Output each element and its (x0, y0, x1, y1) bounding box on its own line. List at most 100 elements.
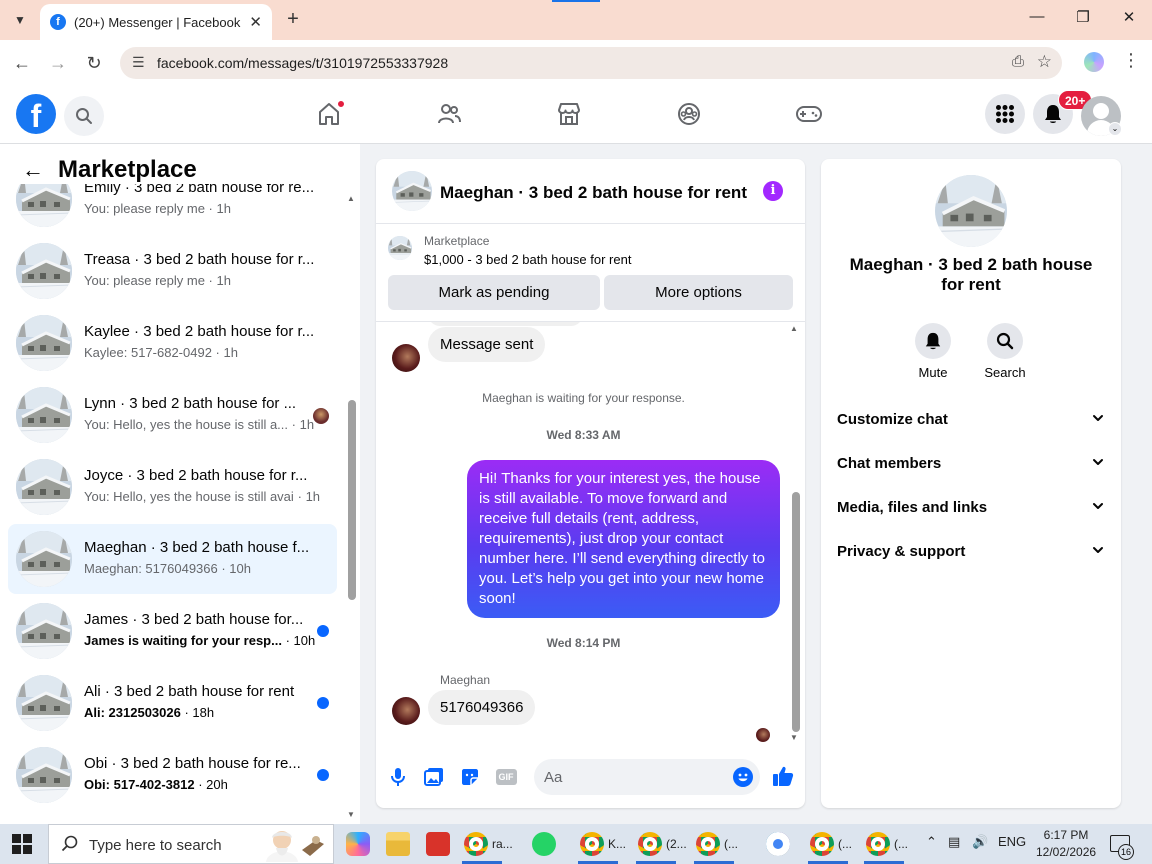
outgoing-message[interactable]: Hi! Thanks for your interest yes, the ho… (467, 460, 780, 618)
conversation-item[interactable]: Emily · 3 bed 2 bath house for re... You:… (8, 184, 337, 234)
sidebar-scrollbar[interactable] (348, 400, 356, 600)
conversation-preview-line: You: Hello, yes the house is still a... … (84, 417, 315, 432)
taskbar-clock[interactable]: 6:17 PM 12/02/2026 (1036, 827, 1096, 861)
close-tab-icon[interactable]: ✕ (249, 13, 262, 31)
browser-tab-messenger[interactable]: f (20+) Messenger | Facebook ✕ (40, 4, 272, 40)
address-bar[interactable]: ☰ facebook.com/messages/t/31019725533379… (120, 47, 1062, 79)
details-section-media-files-and-links[interactable]: Media, files and links (821, 487, 1121, 531)
new-tab-icon[interactable]: + (282, 8, 304, 30)
taskbar-chrome-window[interactable]: (2... (638, 830, 687, 858)
taskbar-chrome-window[interactable]: K... (580, 830, 626, 858)
conversation-item[interactable]: Maeghan · 3 bed 2 bath house f... Maeghan… (8, 524, 337, 594)
taskbar-chrome-window[interactable]: ra... (464, 830, 513, 858)
taskbar-chrome-window[interactable]: (... (866, 830, 908, 858)
chat-title[interactable]: Maeghan · 3 bed 2 bath house for rent (440, 183, 747, 203)
taskbar-chrome-window[interactable]: (... (696, 830, 738, 858)
menu-grid-button[interactable] (985, 94, 1025, 134)
search-in-conversation-button[interactable]: Search (975, 323, 1035, 380)
network-icon[interactable]: ▤ (948, 834, 960, 850)
taskbar-chrome-window[interactable]: (... (810, 830, 852, 858)
tab-search-dropdown-icon[interactable]: ▼ (8, 8, 32, 32)
gaming-icon[interactable] (794, 99, 824, 129)
gif-icon[interactable]: GIF (495, 766, 517, 788)
friends-icon[interactable] (434, 99, 464, 129)
url-text[interactable]: facebook.com/messages/t/3101972553337928 (157, 55, 448, 71)
details-section-customize-chat[interactable]: Customize chat (821, 399, 1121, 443)
sticker-icon[interactable] (459, 766, 481, 788)
scroll-down-icon[interactable]: ▼ (347, 810, 355, 819)
maximize-icon[interactable]: ❐ (1072, 8, 1094, 26)
details-section-privacy-support[interactable]: Privacy & support (821, 531, 1121, 575)
youtube-downloader-icon[interactable] (426, 830, 454, 858)
scroll-down-icon[interactable]: ▼ (790, 733, 798, 742)
facebook-search-button[interactable] (64, 96, 104, 136)
microphone-icon[interactable] (387, 766, 409, 788)
groups-icon[interactable] (674, 99, 704, 129)
thumbs-up-icon[interactable] (771, 764, 795, 788)
chrome-icon[interactable] (766, 830, 794, 858)
facebook-header: f (0, 86, 1152, 144)
marketplace-icon[interactable] (554, 99, 584, 129)
unread-dot-icon (317, 625, 329, 637)
bell-icon (925, 332, 941, 350)
whatsapp-icon[interactable] (532, 830, 560, 858)
account-chevron-down-icon[interactable]: ⌄ (1108, 122, 1122, 136)
mute-button[interactable]: Mute (903, 323, 963, 380)
details-section-chat-members[interactable]: Chat members (821, 443, 1121, 487)
conversation-photo[interactable] (392, 171, 432, 211)
mark-as-pending-button[interactable]: Mark as pending (388, 275, 600, 310)
listing-category: Marketplace (424, 234, 490, 248)
windows-taskbar: Type here to search ra... K... (2... (... (.… (0, 824, 1152, 864)
sender-avatar[interactable] (392, 697, 420, 725)
site-settings-icon[interactable]: ☰ (132, 54, 145, 71)
info-icon[interactable]: i (763, 181, 783, 201)
conversation-name: James · 3 bed 2 bath house for... (84, 611, 304, 628)
conversation-time: 1h (305, 489, 321, 504)
close-window-icon[interactable]: ✕ (1118, 8, 1140, 26)
conversation-thumbnail (16, 315, 72, 371)
more-options-button[interactable]: More options (604, 275, 793, 310)
message-scrollbar[interactable] (792, 492, 800, 732)
back-arrow-icon[interactable]: ← (11, 52, 33, 74)
conversation-item[interactable]: Treasa · 3 bed 2 bath house for r... You:… (8, 236, 337, 306)
emoji-icon[interactable] (733, 767, 753, 787)
message-input[interactable] (534, 759, 760, 795)
incoming-message[interactable]: 5176049366 (428, 690, 536, 725)
bookmark-star-icon[interactable]: ☆ (1037, 52, 1052, 72)
waiting-notice: Maeghan is waiting for your response. (482, 391, 685, 405)
file-explorer-icon[interactable] (386, 830, 414, 858)
browser-profile-icon[interactable] (1084, 52, 1104, 72)
listing-price-title[interactable]: $1,000 - 3 bed 2 bath house for rent (424, 252, 631, 267)
windows-start-icon[interactable] (12, 834, 32, 854)
volume-icon[interactable]: 🔊 (972, 834, 988, 850)
forward-arrow-icon[interactable]: → (47, 52, 69, 74)
facebook-logo-icon[interactable]: f (16, 94, 56, 134)
copilot-icon[interactable] (346, 830, 374, 858)
minimize-icon[interactable]: — (1026, 8, 1048, 25)
back-arrow-icon[interactable]: ← (22, 157, 44, 183)
reload-icon[interactable]: ↻ (83, 52, 105, 74)
conversation-item[interactable]: James · 3 bed 2 bath house for... James i… (8, 596, 337, 666)
scroll-up-icon[interactable]: ▲ (347, 194, 355, 203)
conversation-item[interactable]: Ali · 3 bed 2 bath house for rent Ali: 23… (8, 668, 337, 738)
incoming-message[interactable]: Message sent (428, 327, 546, 362)
language-indicator[interactable]: ENG (998, 834, 1026, 849)
tab-title: (20+) Messenger | Facebook (74, 14, 241, 30)
photo-icon[interactable] (423, 766, 445, 788)
profile-photo[interactable] (935, 175, 1007, 247)
message-timestamp: Wed 8:14 PM (546, 636, 621, 650)
conversation-item[interactable]: Joyce · 3 bed 2 bath house for r... You: … (8, 452, 337, 522)
conversation-item[interactable]: Lynn · 3 bed 2 bath house for ... You: He… (8, 380, 337, 450)
conversation-item[interactable]: Kaylee · 3 bed 2 bath house for r... Kayl… (8, 308, 337, 378)
scroll-up-icon[interactable]: ▲ (790, 324, 798, 333)
taskbar-search-placeholder: Type here to search (89, 837, 222, 854)
listing-photo[interactable] (388, 236, 412, 260)
section-label: Privacy & support (837, 543, 966, 560)
show-hidden-icons-icon[interactable]: ⌃ (926, 834, 937, 850)
install-app-icon[interactable]: ⎙ (1012, 53, 1024, 70)
conversation-item[interactable]: Obi · 3 bed 2 bath house for re... Obi: 5… (8, 740, 337, 810)
sender-avatar[interactable] (392, 344, 420, 372)
search-highlight-illustration-icon[interactable] (256, 826, 328, 862)
taskbar-window-label: (2... (666, 837, 687, 851)
browser-menu-icon[interactable]: ⋮ (1122, 50, 1140, 71)
